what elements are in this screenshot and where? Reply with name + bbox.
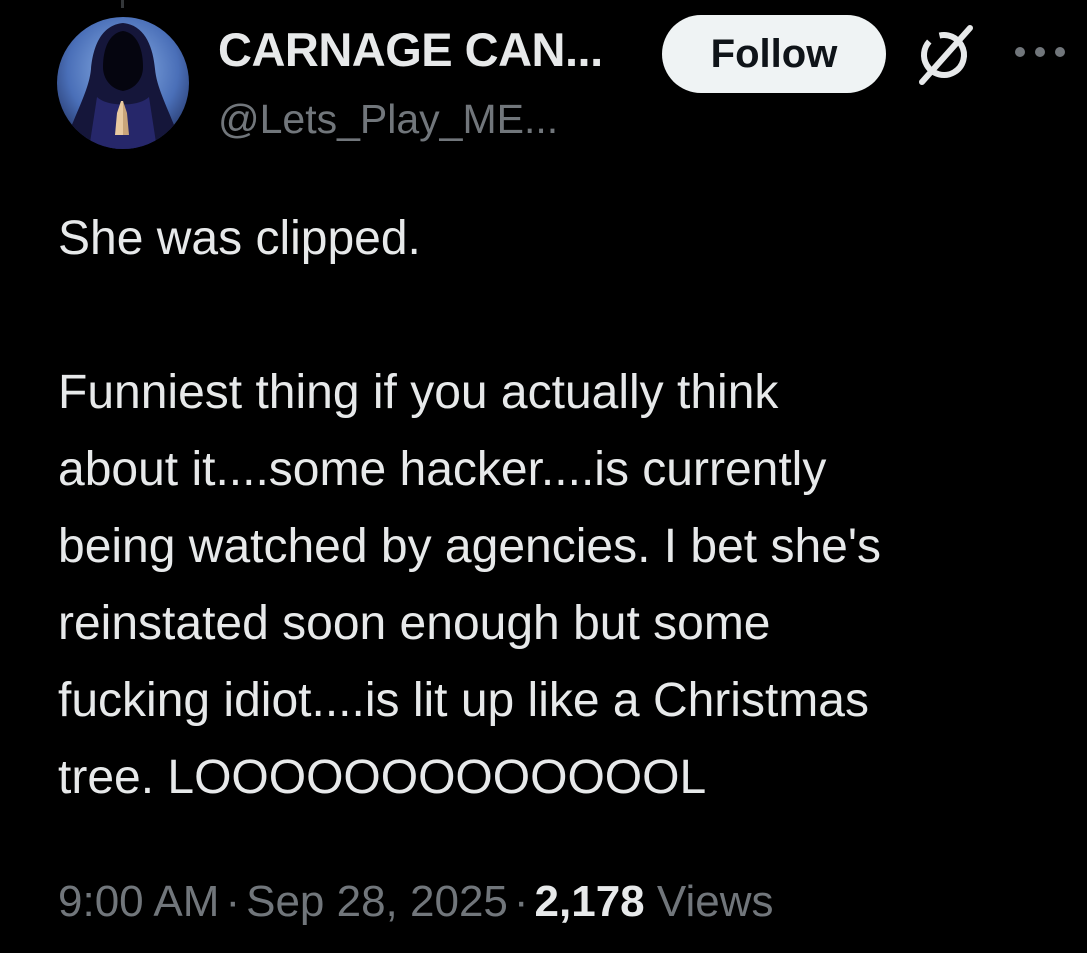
tweet-time[interactable]: 9:00 AM bbox=[58, 877, 219, 926]
grok-icon[interactable] bbox=[912, 24, 976, 86]
separator: · bbox=[225, 877, 241, 926]
author-display-name[interactable]: CARNAGE CAN... bbox=[218, 22, 603, 78]
tweet-text: She was clipped. Funniest thing if you a… bbox=[58, 200, 1068, 816]
tweet-metadata: 9:00 AM · Sep 28, 2025 · 2,178 Views bbox=[58, 872, 773, 932]
follow-button[interactable]: Follow bbox=[662, 15, 886, 93]
tweet-paragraph: She was clipped. bbox=[58, 212, 421, 265]
thread-connector-line bbox=[121, 0, 124, 8]
author-handle[interactable]: @Lets_Play_ME... bbox=[218, 94, 558, 144]
avatar[interactable] bbox=[57, 17, 189, 149]
views-count[interactable]: 2,178 bbox=[535, 877, 645, 926]
views-label: Views bbox=[656, 877, 774, 926]
separator: · bbox=[513, 877, 529, 926]
avatar-image bbox=[57, 17, 189, 149]
more-icon[interactable] bbox=[1010, 42, 1070, 62]
tweet-date[interactable]: Sep 28, 2025 bbox=[246, 877, 508, 926]
tweet-paragraph: Funniest thing if you actually think abo… bbox=[58, 366, 882, 804]
